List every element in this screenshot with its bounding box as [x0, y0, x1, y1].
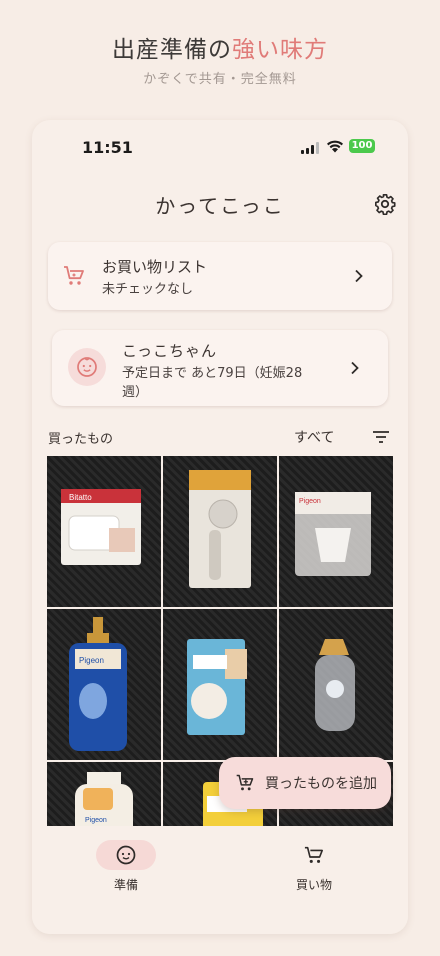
status-time: 11:51	[82, 138, 133, 157]
baby-card[interactable]: こっこちゃん 予定日まで あと79日（妊娠28 週）	[52, 330, 388, 406]
purchased-section-title: 買ったもの	[48, 432, 114, 447]
add-cart-icon	[236, 774, 254, 791]
status-bar: 11:51 100	[32, 120, 408, 176]
purchased-section-header: 買ったもの すべて	[48, 426, 392, 450]
due-date-line-1: 予定日まで あと79日（妊娠28	[122, 366, 303, 381]
product-label-text: Pigeon	[79, 656, 104, 665]
tab-shopping-label: 買い物	[295, 878, 332, 892]
tab-prepare[interactable]: 準備	[66, 838, 186, 898]
due-date-line-2: 週）	[122, 385, 149, 400]
add-purchased-button[interactable]: 買ったものを追加	[219, 757, 391, 809]
bottom-navigation: 準備 買い物	[32, 826, 408, 934]
baby-name: こっこちゃん	[122, 342, 217, 360]
hero-title: 出産準備の強い味方	[0, 30, 440, 64]
add-purchased-label: 買ったものを追加	[265, 776, 377, 792]
filter-all-button[interactable]: すべて	[294, 427, 334, 447]
product-label-text: Pigeon	[85, 817, 107, 824]
baby-face-icon	[116, 845, 136, 865]
wifi-icon	[327, 140, 343, 153]
hero-title-main: 出産準備の	[112, 37, 232, 63]
purchased-item-photo[interactable]	[163, 609, 277, 760]
cart-icon	[64, 266, 84, 285]
baby-face-icon	[77, 357, 97, 377]
purchased-item-photo[interactable]: Pigeon	[47, 609, 161, 760]
product-label-text: Bitatto	[69, 493, 92, 502]
purchased-item-photo[interactable]: Pigeon	[47, 762, 161, 826]
phone-screen: 11:51 100 かってこっこ お買い物リスト 未チェックなし こっこちゃん …	[32, 120, 408, 934]
app-title: かってこっこ	[155, 194, 285, 218]
hero-title-accent: 強い味方	[232, 37, 328, 63]
chevron-right-icon	[355, 269, 363, 283]
purchased-item-photo[interactable]: Pigeon	[279, 456, 393, 607]
baby-avatar	[68, 348, 106, 386]
product-label-text: Pigeon	[299, 498, 321, 505]
cart-icon	[304, 846, 323, 863]
battery-indicator: 100	[349, 139, 375, 153]
tab-prepare-label: 準備	[113, 878, 138, 892]
hero-subtitle: かぞくで共有・完全無料	[143, 72, 297, 87]
purchased-item-photo[interactable]	[279, 609, 393, 760]
gear-icon[interactable]	[374, 193, 396, 215]
signal-icon	[301, 142, 321, 154]
shopping-list-title: お買い物リスト	[102, 258, 208, 276]
tab-shopping[interactable]: 買い物	[254, 838, 374, 898]
filter-icon[interactable]	[372, 430, 390, 444]
purchased-item-photo[interactable]: Bitatto	[47, 456, 161, 607]
app-bar: かってこっこ	[32, 176, 408, 232]
shopping-list-status: 未チェックなし	[102, 282, 194, 297]
shopping-list-card[interactable]: お買い物リスト 未チェックなし	[48, 242, 392, 310]
purchased-item-photo[interactable]	[163, 456, 277, 607]
chevron-right-icon	[351, 361, 359, 375]
